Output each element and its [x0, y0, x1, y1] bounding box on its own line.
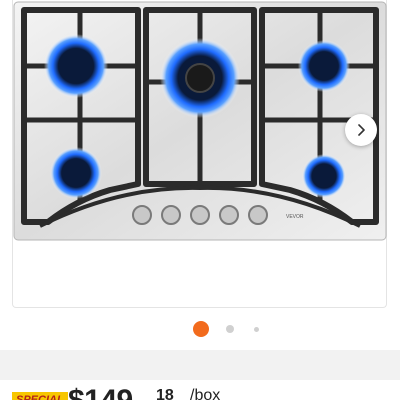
- carousel-dot[interactable]: [226, 325, 234, 333]
- knob-4: [219, 205, 239, 225]
- next-image-button[interactable]: [345, 114, 377, 146]
- price-main: $149: [68, 386, 133, 400]
- knob-3: [190, 205, 210, 225]
- section-divider: [0, 350, 400, 380]
- burner-top-left: [44, 34, 108, 98]
- product-gallery: VEVOR: [0, 0, 400, 310]
- chevron-right-icon: [358, 124, 365, 136]
- knob-5: [248, 205, 268, 225]
- burner-bottom-left: [50, 147, 102, 199]
- knob-2: [161, 205, 181, 225]
- brand-logo: VEVOR: [286, 214, 304, 220]
- knob-1: [132, 205, 152, 225]
- carousel-dot[interactable]: [254, 327, 259, 332]
- burner-top-right: [298, 40, 350, 92]
- carousel-indicators: [0, 320, 400, 340]
- burner-bottom-right: [302, 154, 346, 198]
- price-cents: 18: [156, 387, 174, 400]
- product-image[interactable]: VEVOR: [0, 0, 400, 250]
- price-row: SPECIAL $149 18 /box: [0, 384, 400, 400]
- price-unit: /box: [190, 387, 221, 400]
- special-badge: SPECIAL: [12, 392, 68, 400]
- carousel-dot-active[interactable]: [193, 321, 209, 337]
